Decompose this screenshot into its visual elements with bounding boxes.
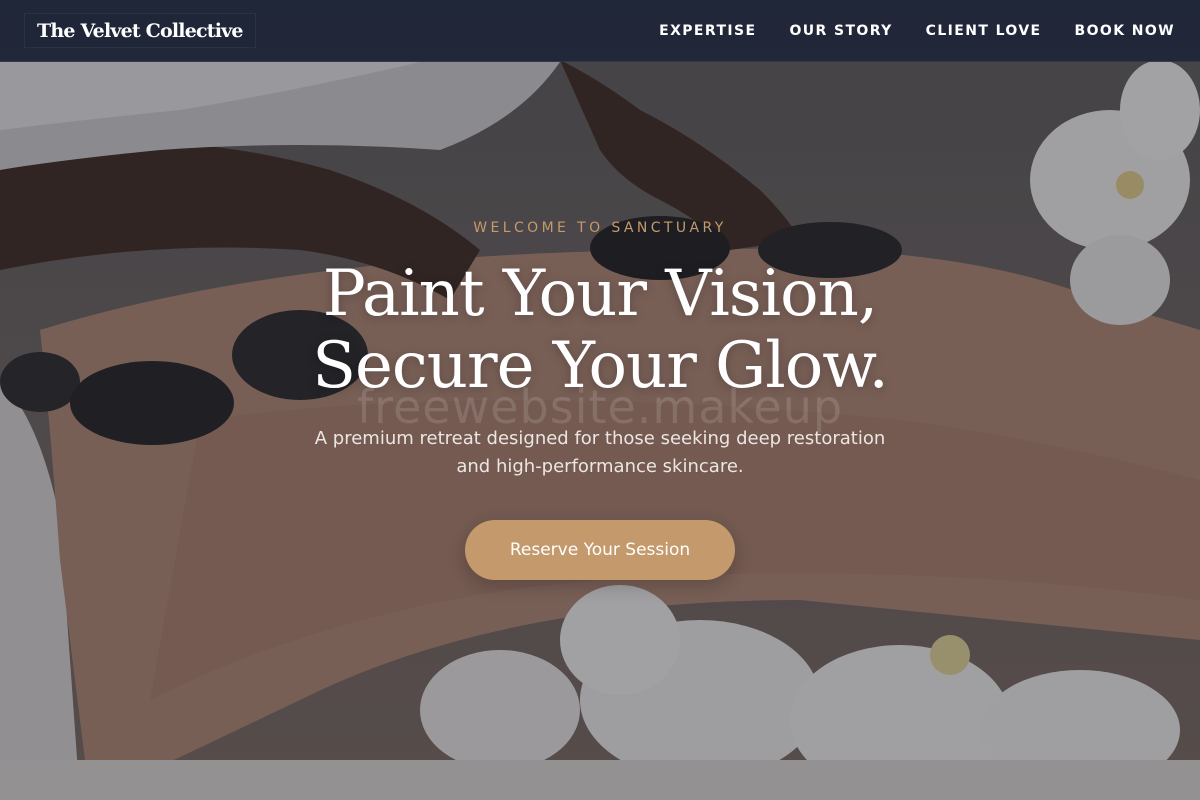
nav-link-our-story[interactable]: OUR STORY [789, 23, 892, 39]
hero-eyebrow: WELCOME TO SANCTUARY [473, 220, 727, 236]
nav-item-book-now: BOOK NOW [1075, 22, 1175, 40]
hero-content: WELCOME TO SANCTUARY Paint Your Vision, … [0, 0, 1200, 800]
hero-headline-line-1: Paint Your Vision, [322, 257, 878, 331]
nav-item-client-love: CLIENT LOVE [926, 22, 1042, 40]
nav-link-book-now[interactable]: BOOK NOW [1075, 23, 1175, 39]
nav-link-expertise[interactable]: EXPERTISE [659, 23, 756, 39]
brand-logo[interactable]: The Velvet Collective [24, 13, 256, 48]
nav-item-expertise: EXPERTISE [659, 22, 756, 40]
nav-item-our-story: OUR STORY [789, 22, 892, 40]
nav-links: EXPERTISE OUR STORY CLIENT LOVE BOOK NOW [659, 22, 1175, 40]
top-navbar: The Velvet Collective EXPERTISE OUR STOR… [0, 0, 1200, 62]
hero-subtext-line-2: and high-performance skincare. [456, 456, 744, 477]
hero-subtext-line-1: A premium retreat designed for those see… [314, 428, 886, 449]
hero-subtext: A premium retreat designed for those see… [270, 425, 930, 481]
reserve-session-button[interactable]: Reserve Your Session [465, 520, 735, 580]
nav-link-client-love[interactable]: CLIENT LOVE [926, 23, 1042, 39]
